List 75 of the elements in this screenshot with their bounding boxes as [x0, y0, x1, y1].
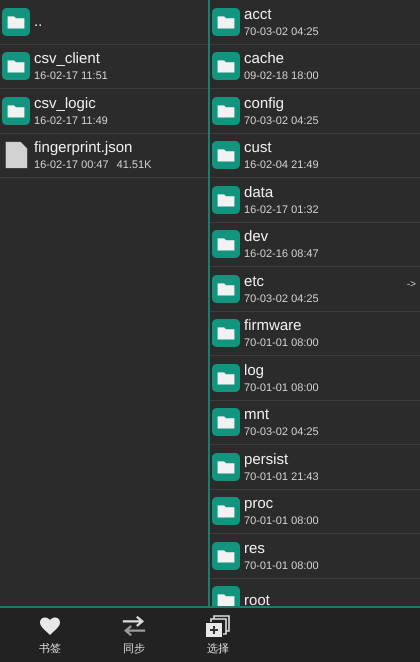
file-name: log — [244, 362, 266, 379]
file-name: etc — [244, 272, 266, 290]
toolbar-button[interactable]: 选择 — [176, 608, 260, 662]
folder-icon — [212, 364, 240, 392]
file-row[interactable]: config 70-03-02 04:25 — [210, 89, 420, 134]
folder-icon — [212, 452, 240, 481]
file-row[interactable]: firmware 70-01-01 08:00 — [210, 312, 420, 356]
file-row[interactable]: csv_logic 16-02-17 11:49 — [0, 89, 208, 134]
file-row[interactable]: csv_client 16-02-17 11:51 — [0, 44, 208, 89]
file-date: 70-03-02 04:25 — [244, 292, 319, 305]
folder-icon — [212, 319, 240, 348]
file-date: 70-01-01 08:00 — [244, 515, 319, 528]
file-name: res — [244, 540, 266, 557]
folder-icon — [212, 408, 240, 436]
folder-icon — [212, 586, 240, 606]
toolbar-button[interactable]: 同步 — [92, 608, 176, 662]
folder-icon — [212, 52, 240, 80]
file-name: data — [244, 184, 274, 201]
folder-icon — [212, 141, 240, 170]
file-date: 70-03-02 04:25 — [244, 26, 319, 38]
multi-select-icon — [205, 614, 231, 638]
file-row[interactable]: log 70-01-01 08:00 — [210, 356, 420, 400]
file-date: 70-01-01 21:43 — [244, 470, 319, 483]
file-name: dev — [244, 228, 270, 246]
file-row[interactable]: dev 16-02-16 08:47 — [210, 222, 420, 267]
file-date: 16-02-17 00:47 — [34, 159, 109, 172]
file-name: mnt — [244, 406, 270, 424]
file-name: firmware — [244, 317, 303, 334]
file-name: cache — [244, 50, 286, 68]
file-date: 70-01-01 08:00 — [244, 560, 319, 572]
file-row[interactable]: persist 70-01-01 21:43 — [210, 445, 420, 490]
file-row[interactable]: cust 16-02-04 21:49 — [210, 134, 420, 178]
file-row[interactable]: data 16-02-17 01:32 — [210, 178, 420, 222]
file-name: fingerprint.json — [34, 139, 134, 156]
toolbar-button[interactable]: 书签 — [8, 608, 92, 662]
folder-icon — [212, 274, 240, 303]
folder-icon — [212, 497, 240, 526]
folder-icon — [212, 542, 240, 570]
file-date: 16-02-17 01:32 — [244, 204, 319, 216]
file-date: 70-03-02 04:25 — [244, 426, 319, 438]
file-row[interactable]: .. — [0, 0, 208, 44]
file-row[interactable]: acct 70-03-02 04:25 — [210, 0, 420, 44]
file-row[interactable]: proc 70-01-01 08:00 — [210, 490, 420, 534]
folder-icon — [212, 230, 240, 258]
file-name: cust — [244, 139, 273, 156]
file-row[interactable]: fingerprint.json 16-02-17 00:47 41.51K — [0, 134, 208, 178]
folder-icon — [2, 52, 30, 80]
file-date: 16-02-16 08:47 — [244, 248, 319, 260]
file-date: 09-02-18 18:00 — [244, 70, 319, 82]
file-row[interactable]: etc 70-03-02 04:25 -> — [210, 267, 420, 312]
file-name: root — [244, 592, 270, 606]
symlink-mark: -> — [406, 279, 416, 290]
file-row[interactable]: res 70-01-01 08:00 — [210, 534, 420, 578]
file-date: 70-01-01 08:00 — [244, 337, 319, 350]
file-date: 16-02-17 11:51 — [34, 70, 108, 82]
folder-icon — [2, 8, 30, 36]
folder-icon — [212, 8, 240, 36]
file-name: csv_client — [34, 50, 101, 68]
file-name: csv_logic — [34, 94, 97, 112]
file-date: 16-02-17 11:49 — [34, 114, 108, 127]
file-date: 16-02-04 21:49 — [244, 159, 319, 172]
file-size: 41.51K — [116, 159, 152, 172]
swap-arrows-icon — [121, 614, 147, 638]
file-name: config — [244, 94, 286, 112]
file-name: acct — [244, 6, 273, 23]
file-row[interactable]: cache 09-02-18 18:00 — [210, 44, 420, 89]
file-row[interactable]: mnt 70-03-02 04:25 — [210, 400, 420, 445]
folder-icon — [212, 96, 240, 125]
folder-icon — [212, 186, 240, 214]
file-name: .. — [34, 13, 42, 30]
file-date: 70-03-02 04:25 — [244, 114, 319, 127]
folder-icon — [2, 96, 30, 125]
file-name: proc — [244, 495, 274, 512]
file-date: 70-01-01 08:00 — [244, 382, 319, 394]
file-name: persist — [244, 450, 290, 468]
